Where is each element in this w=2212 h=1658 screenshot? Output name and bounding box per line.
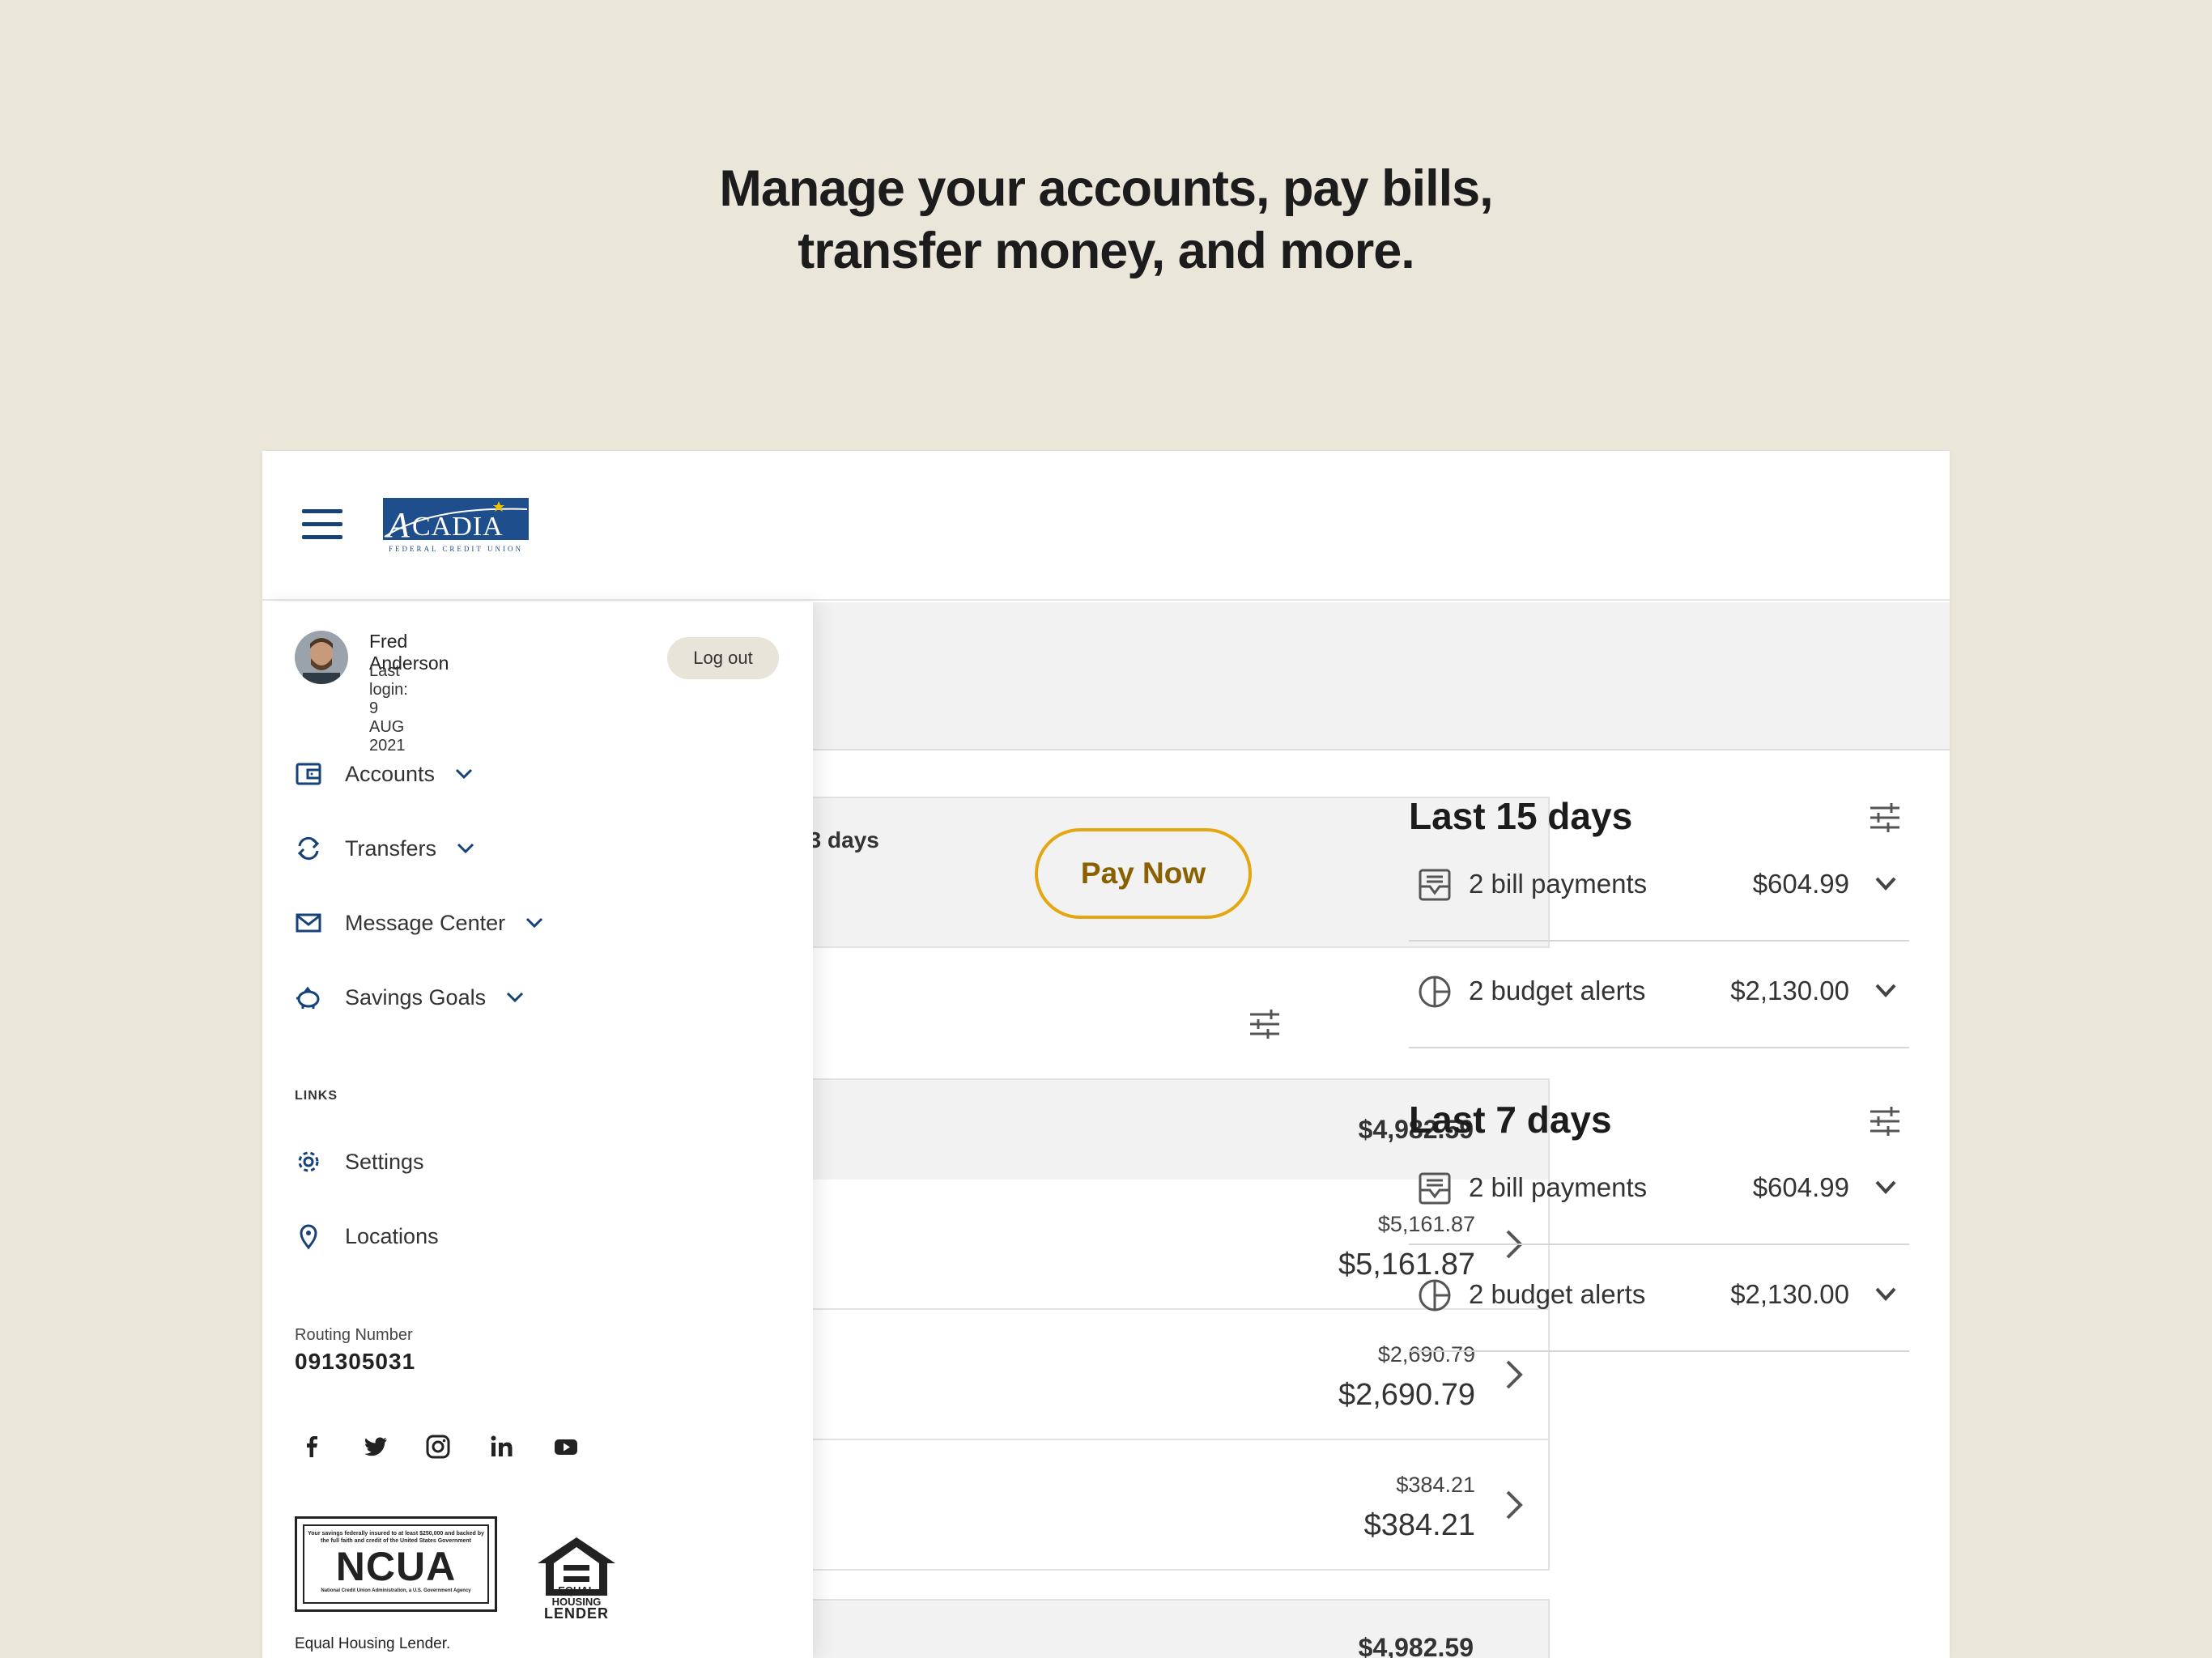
nav-item-transfers[interactable]: Transfers bbox=[295, 828, 475, 869]
headline-line-2: transfer money, and more. bbox=[798, 223, 1415, 279]
gear-icon bbox=[298, 1151, 319, 1172]
headline: Manage your accounts, pay bills, transfe… bbox=[0, 158, 2212, 283]
app-window: A CADIA FEDERAL CREDIT UNION in 3 days P… bbox=[262, 451, 1950, 1658]
ehl-line-1: EQUAL HOUSING bbox=[551, 1584, 602, 1608]
account-row[interactable]: $384.21 $384.21 bbox=[748, 1440, 1550, 1571]
last-7-days-title: Last 7 days bbox=[1409, 1099, 1612, 1141]
chevron-down-icon bbox=[457, 843, 474, 854]
filter-icon[interactable] bbox=[1249, 1008, 1281, 1040]
ncua-top-text: Your savings federally insured to at lea… bbox=[308, 1531, 484, 1544]
headline-line-1: Manage your accounts, pay bills, bbox=[719, 160, 1493, 217]
logout-button[interactable]: Log out bbox=[667, 637, 779, 679]
hamburger-icon[interactable] bbox=[302, 509, 342, 540]
linkedin-icon[interactable] bbox=[488, 1433, 516, 1460]
facebook-icon[interactable] bbox=[298, 1433, 325, 1460]
twitter-icon[interactable] bbox=[362, 1433, 389, 1460]
chevron-down-icon bbox=[456, 768, 473, 780]
transfer-icon bbox=[297, 836, 320, 861]
nav-label: Transfers bbox=[345, 835, 437, 861]
svg-text:FEDERAL CREDIT UNION: FEDERAL CREDIT UNION bbox=[389, 545, 523, 553]
account-group-header[interactable]: $4,982.59 bbox=[748, 1599, 1550, 1658]
bill-payments-row[interactable]: 2 bill payments $604.99 bbox=[1409, 1138, 1909, 1245]
ncua-badge: Your savings federally insured to at lea… bbox=[295, 1516, 497, 1612]
chevron-down-icon bbox=[1875, 1180, 1896, 1194]
pay-now-button[interactable]: Pay Now bbox=[1035, 828, 1252, 919]
bill-tray-icon bbox=[1419, 1172, 1451, 1205]
alert-value: $604.99 bbox=[1752, 1172, 1849, 1202]
chevron-right-icon bbox=[1506, 1490, 1523, 1520]
avatar[interactable] bbox=[295, 631, 348, 684]
alert-value: $2,130.00 bbox=[1730, 976, 1849, 1005]
current-balance: $2,690.79 bbox=[1338, 1378, 1475, 1412]
chevron-down-icon bbox=[1875, 877, 1896, 891]
piggy-bank-icon bbox=[296, 986, 320, 1009]
chevron-right-icon bbox=[1506, 1360, 1523, 1389]
chevron-down-icon bbox=[1875, 984, 1896, 997]
nav-item-accounts[interactable]: Accounts bbox=[295, 754, 474, 794]
alert-label: 2 budget alerts bbox=[1469, 976, 1646, 1005]
alert-label: 2 bill payments bbox=[1469, 1172, 1648, 1202]
svg-text:CADIA: CADIA bbox=[412, 512, 504, 542]
ncua-bottom-text: National Credit Union Administration, a … bbox=[321, 1588, 471, 1593]
chevron-down-icon bbox=[507, 992, 524, 1003]
nav-item-savings-goals[interactable]: Savings Goals bbox=[295, 977, 525, 1018]
filter-icon[interactable] bbox=[1869, 1105, 1901, 1137]
youtube-icon[interactable] bbox=[552, 1433, 580, 1460]
alert-value: $604.99 bbox=[1752, 869, 1849, 899]
nav-label: Settings bbox=[345, 1149, 424, 1174]
nav-item-locations[interactable]: Locations bbox=[295, 1216, 439, 1256]
alert-label: 2 bill payments bbox=[1469, 869, 1648, 899]
nav-label: Savings Goals bbox=[345, 984, 487, 1010]
filter-icon[interactable] bbox=[1869, 801, 1901, 834]
ehl-line-2: LENDER bbox=[543, 1605, 609, 1622]
instagram-icon[interactable] bbox=[424, 1433, 452, 1460]
location-pin-icon bbox=[300, 1224, 317, 1250]
top-bar: A CADIA FEDERAL CREDIT UNION bbox=[262, 451, 1950, 601]
acadia-logo[interactable]: A CADIA FEDERAL CREDIT UNION bbox=[383, 498, 529, 555]
bill-tray-icon bbox=[1419, 869, 1451, 901]
nav-label: Locations bbox=[345, 1223, 439, 1248]
routing-number: 091305031 bbox=[295, 1349, 416, 1374]
last-15-days-title: Last 15 days bbox=[1409, 795, 1633, 837]
nav-item-message-center[interactable]: Message Center bbox=[295, 903, 544, 943]
pie-chart-icon bbox=[1419, 1279, 1451, 1312]
routing-number-label: Routing Number bbox=[295, 1326, 413, 1344]
alert-value: $2,130.00 bbox=[1730, 1279, 1849, 1309]
mail-icon bbox=[296, 913, 321, 933]
bill-payments-row[interactable]: 2 bill payments $604.99 bbox=[1409, 835, 1909, 942]
equal-housing-text: EQUAL HOUSING LENDER bbox=[538, 1584, 615, 1622]
pie-chart-icon bbox=[1419, 976, 1451, 1008]
nav-label: Accounts bbox=[345, 761, 436, 786]
nav-label: Message Center bbox=[345, 910, 506, 935]
links-label: LINKS bbox=[295, 1089, 338, 1103]
chevron-down-icon bbox=[526, 917, 543, 929]
budget-alerts-row[interactable]: 2 budget alerts $2,130.00 bbox=[1409, 942, 1909, 1048]
last-login: Last login: 9 AUG 2021 bbox=[369, 662, 408, 755]
budget-alerts-row[interactable]: 2 budget alerts $2,130.00 bbox=[1409, 1245, 1909, 1352]
wallet-icon bbox=[296, 763, 321, 785]
current-balance: $384.21 bbox=[1363, 1508, 1475, 1542]
available-balance: $384.21 bbox=[1396, 1473, 1475, 1497]
group-total: $4,982.59 bbox=[1358, 1633, 1474, 1658]
equal-housing-caption: Equal Housing Lender. bbox=[295, 1635, 451, 1652]
chevron-down-icon bbox=[1875, 1287, 1896, 1301]
alert-label: 2 budget alerts bbox=[1469, 1279, 1646, 1309]
ncua-logo-text: NCUA bbox=[335, 1544, 457, 1589]
nav-item-settings[interactable]: Settings bbox=[295, 1141, 424, 1182]
